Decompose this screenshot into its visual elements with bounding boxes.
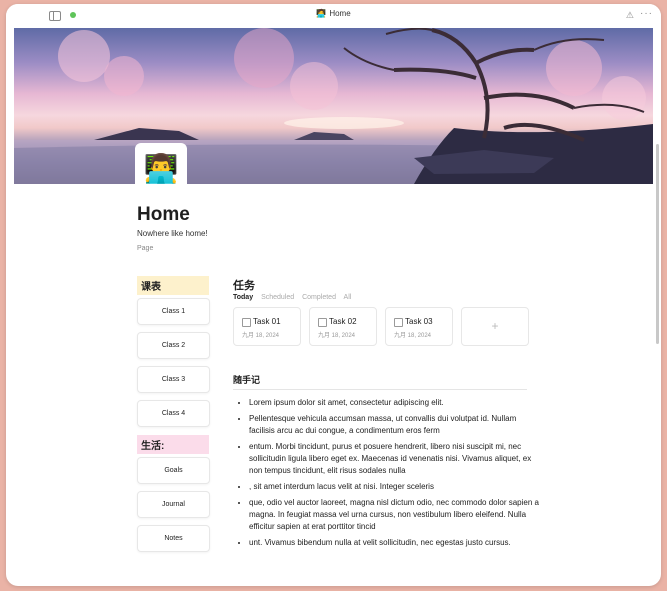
list-item[interactable]: unt. Vivamus bibendum nulla at velit sol…	[249, 537, 543, 549]
scrollbar[interactable]	[656, 144, 659, 344]
tab-scheduled[interactable]: Scheduled	[261, 294, 294, 301]
list-item[interactable]: Lorem ipsum dolor sit amet, consectetur …	[249, 397, 543, 409]
cover-image	[14, 28, 653, 184]
notes-card[interactable]: Notes	[137, 525, 210, 552]
task-card[interactable]: Task 03 九月 18, 2024	[385, 307, 453, 346]
warning-icon[interactable]: ⚠	[626, 10, 634, 21]
window-title: 🧑‍💻 Home	[6, 9, 661, 18]
page-subtitle: Nowhere like home!	[137, 229, 208, 238]
journal-card[interactable]: Journal	[137, 491, 210, 518]
tab-completed[interactable]: Completed	[302, 294, 336, 301]
class-1-card[interactable]: Class 1	[137, 298, 210, 325]
task-name: Task 03	[405, 317, 433, 326]
tasks-title: 任务	[233, 280, 255, 292]
task-checkbox[interactable]	[394, 318, 403, 327]
list-item[interactable]: entum. Morbi tincidunt, purus et posuere…	[249, 441, 543, 477]
list-item[interactable]: Pellentesque vehicula accumsan massa, ut…	[249, 413, 543, 437]
window-title-text: Home	[329, 9, 351, 18]
notes-title: 随手记	[233, 375, 261, 385]
goals-card[interactable]: Goals	[137, 457, 210, 484]
schedule-section-title: 课表	[137, 276, 209, 295]
task-checkbox[interactable]	[242, 318, 251, 327]
task-date: 九月 18, 2024	[242, 333, 280, 339]
task-date: 九月 18, 2024	[318, 333, 356, 339]
class-4-card[interactable]: Class 4	[137, 400, 210, 427]
life-section-title: 生活:	[137, 435, 209, 454]
more-menu-button[interactable]: ···	[640, 8, 653, 19]
add-task-button[interactable]: +	[461, 307, 529, 346]
task-card[interactable]: Task 02 九月 18, 2024	[309, 307, 377, 346]
task-name: Task 02	[329, 317, 357, 326]
class-3-card[interactable]: Class 3	[137, 366, 210, 393]
task-date: 九月 18, 2024	[394, 333, 432, 339]
page-title: Home	[137, 204, 190, 225]
task-tabs: Today Scheduled Completed All	[233, 294, 357, 301]
tab-today[interactable]: Today	[233, 294, 253, 301]
task-card[interactable]: Task 01 九月 18, 2024	[233, 307, 301, 346]
task-name: Task 01	[253, 317, 281, 326]
title-bar: 🧑‍💻 Home ⚠ ···	[6, 4, 661, 28]
task-checkbox[interactable]	[318, 318, 327, 327]
tab-all[interactable]: All	[344, 294, 352, 301]
list-item[interactable]: que, odio vel auctor laoreet, magna nisl…	[249, 497, 543, 533]
list-item[interactable]: , sit amet interdum lacus velit at nisi.…	[249, 481, 543, 493]
class-2-card[interactable]: Class 2	[137, 332, 210, 359]
page-type-tag: Page	[137, 245, 154, 252]
page-avatar-icon[interactable]: 👨‍💻	[135, 143, 187, 195]
notes-divider	[233, 389, 527, 390]
notes-list: Lorem ipsum dolor sit amet, consectetur …	[233, 397, 543, 553]
app-window: 🧑‍💻 Home ⚠ ··· 👨‍💻 Home Nowhere like home…	[6, 4, 661, 586]
page-emoji-icon: 🧑‍💻	[316, 9, 327, 18]
